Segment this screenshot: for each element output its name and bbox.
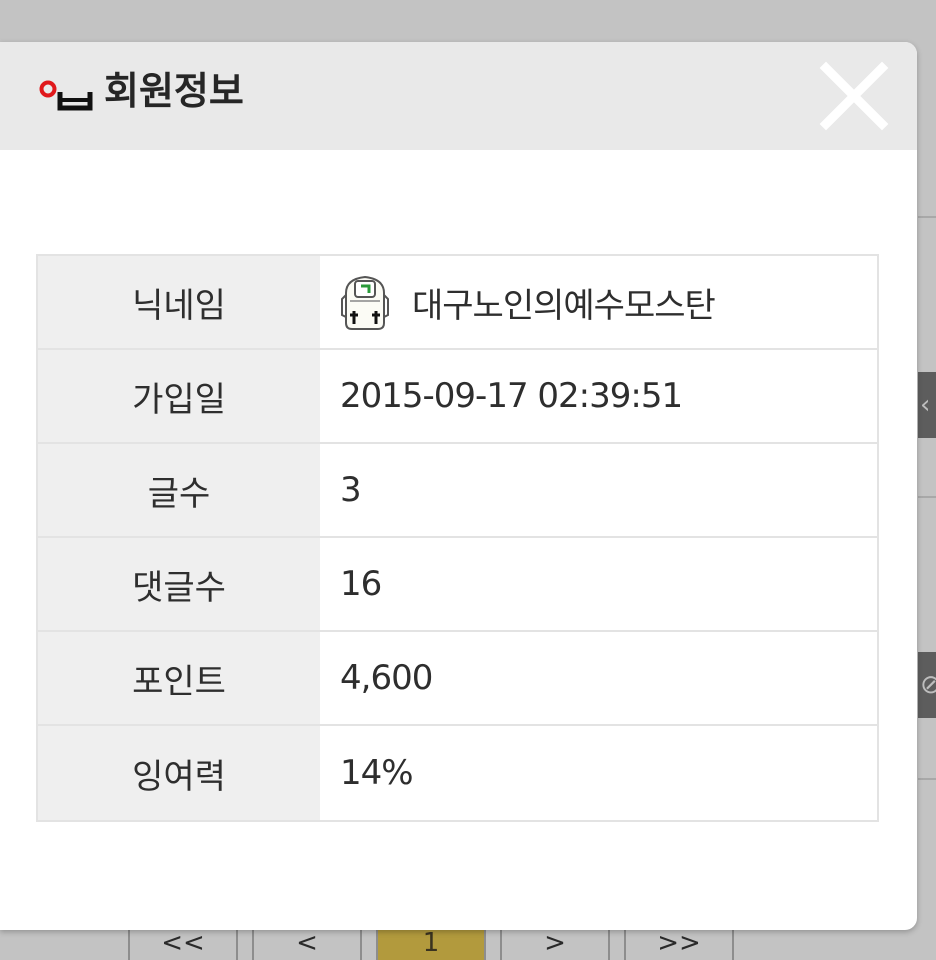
comment-count-value: 16 xyxy=(320,538,877,630)
pager-next-button[interactable]: > xyxy=(500,930,610,960)
dialog-header: 회원정보 xyxy=(0,42,917,150)
background-divider xyxy=(918,778,936,780)
table-row: 댓글수 16 xyxy=(38,538,877,632)
member-info-logo-icon xyxy=(39,80,93,111)
pager-current-page[interactable]: 1 xyxy=(376,930,486,960)
close-icon[interactable] xyxy=(818,60,890,132)
pager-first-button[interactable]: << xyxy=(128,930,238,960)
table-row: 가입일 2015-09-17 02:39:51 xyxy=(38,350,877,444)
background-side-button: ⊘ xyxy=(918,652,936,718)
post-count-label: 글수 xyxy=(38,444,320,536)
surplus-power-label: 잉여력 xyxy=(38,726,320,820)
nickname-value-cell: 대구노인의예수모스탄 xyxy=(320,256,877,348)
pager-prev-button[interactable]: < xyxy=(252,930,362,960)
table-row: 잉여력 14% xyxy=(38,726,877,820)
member-info-dialog: 회원정보 닉네임 대구노인의예수모스탄 가입일 2015-09-17 02:39… xyxy=(0,42,917,930)
nickname-value: 대구노인의예수모스탄 xyxy=(412,285,716,326)
table-row: 포인트 4,600 xyxy=(38,632,877,726)
dialog-title: 회원정보 xyxy=(104,69,244,113)
member-info-table: 닉네임 대구노인의예수모스탄 가입일 2015-09-17 02:39:51 글… xyxy=(36,254,879,822)
nickname-label: 닉네임 xyxy=(38,256,320,348)
join-date-label: 가입일 xyxy=(38,350,320,442)
background-divider xyxy=(918,216,936,218)
background-divider xyxy=(918,496,936,498)
post-count-value: 3 xyxy=(320,444,877,536)
surplus-power-value: 14% xyxy=(320,726,877,820)
pager-last-button[interactable]: >> xyxy=(624,930,734,960)
pagination: << < 1 > >> xyxy=(128,930,748,960)
join-date-value: 2015-09-17 02:39:51 xyxy=(320,350,877,442)
table-row: 글수 3 xyxy=(38,444,877,538)
comment-count-label: 댓글수 xyxy=(38,538,320,630)
member-level-icon xyxy=(341,275,389,330)
table-row: 닉네임 대구노인의예수모스탄 xyxy=(38,256,877,350)
points-label: 포인트 xyxy=(38,632,320,724)
background-side-button: ‹ xyxy=(918,372,936,438)
points-value: 4,600 xyxy=(320,632,877,724)
